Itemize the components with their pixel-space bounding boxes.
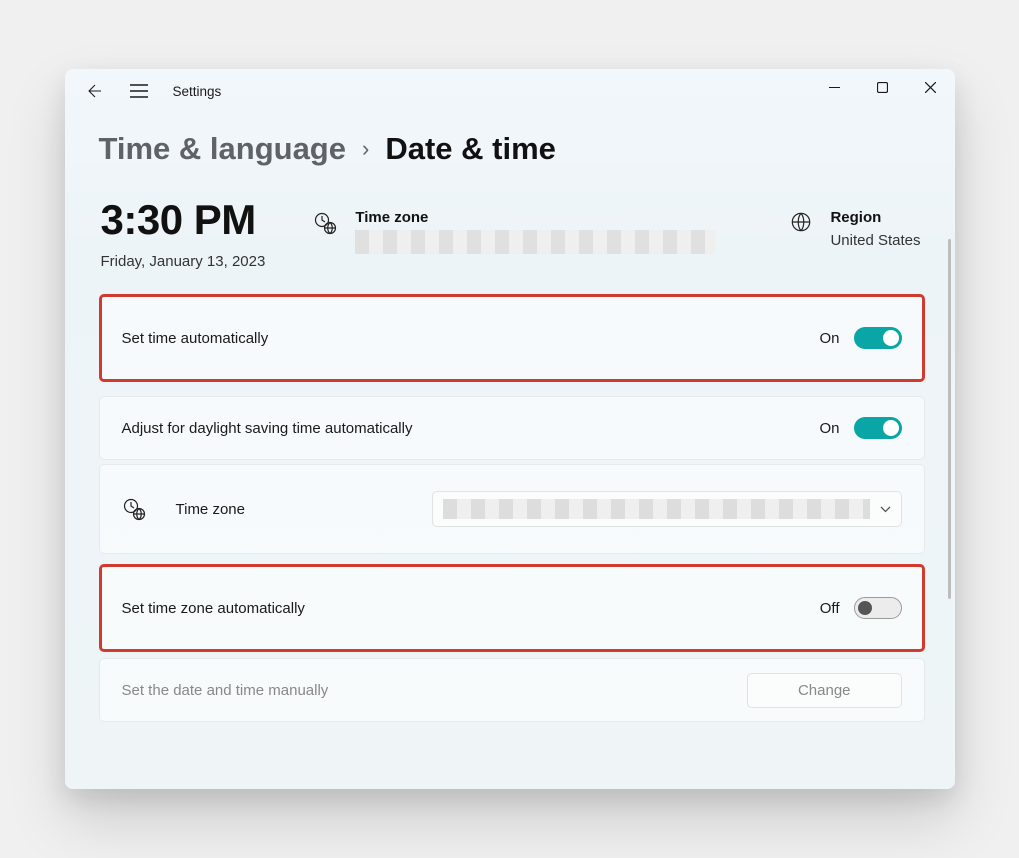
row-set-time-automatically[interactable]: Set time automatically On — [99, 294, 925, 382]
toggle-state-text: On — [819, 420, 839, 437]
row-time-zone: Time zone — [99, 464, 925, 554]
timezone-value-redacted — [355, 230, 715, 254]
region-info: Region United States — [790, 209, 920, 249]
globe-clock-icon — [313, 211, 337, 235]
time-zone-select[interactable] — [432, 491, 902, 527]
minimize-icon — [829, 82, 840, 93]
chevron-down-icon — [880, 506, 891, 513]
maximize-icon — [877, 82, 888, 93]
globe-clock-icon — [122, 497, 146, 521]
region-label: Region — [830, 209, 920, 226]
chevron-right-icon: › — [362, 136, 369, 162]
minimize-button[interactable] — [811, 69, 859, 105]
clock-block: 3:30 PM Friday, January 13, 2023 — [101, 199, 266, 270]
breadcrumb: Time & language › Date & time — [65, 113, 955, 179]
app-title: Settings — [173, 84, 222, 99]
hamburger-icon — [130, 84, 148, 98]
back-button[interactable] — [73, 69, 117, 113]
globe-icon — [790, 211, 812, 233]
settings-window: Settings Time & language › Date & time 3… — [65, 69, 955, 789]
row-set-manually: Set the date and time manually Change — [99, 658, 925, 722]
window-controls — [811, 69, 955, 105]
nav-menu-button[interactable] — [117, 69, 161, 113]
setting-label: Set the date and time manually — [122, 682, 329, 699]
setting-label: Time zone — [176, 501, 245, 518]
timezone-info: Time zone — [313, 209, 715, 254]
arrow-left-icon — [86, 82, 104, 100]
toggle-state-text: On — [819, 330, 839, 347]
toggle-set-time-zone-automatically[interactable] — [854, 597, 902, 619]
setting-label: Adjust for daylight saving time automati… — [122, 420, 413, 437]
change-button[interactable]: Change — [747, 673, 902, 708]
close-button[interactable] — [907, 69, 955, 105]
setting-label: Set time automatically — [122, 330, 269, 347]
time-header: 3:30 PM Friday, January 13, 2023 Time zo… — [65, 179, 955, 280]
timezone-label: Time zone — [355, 209, 715, 226]
current-time: 3:30 PM — [101, 199, 266, 241]
setting-label: Set time zone automatically — [122, 600, 305, 617]
toggle-dst-automatically[interactable] — [854, 417, 902, 439]
current-date: Friday, January 13, 2023 — [101, 253, 266, 270]
row-dst-automatically[interactable]: Adjust for daylight saving time automati… — [99, 396, 925, 460]
settings-list: Set time automatically On Adjust for day… — [65, 294, 955, 722]
close-icon — [925, 82, 936, 93]
scrollbar[interactable] — [948, 239, 951, 599]
row-set-time-zone-automatically[interactable]: Set time zone automatically Off — [99, 564, 925, 652]
toggle-set-time-automatically[interactable] — [854, 327, 902, 349]
maximize-button[interactable] — [859, 69, 907, 105]
time-zone-value-redacted — [443, 499, 870, 519]
region-value: United States — [830, 232, 920, 249]
breadcrumb-parent[interactable]: Time & language — [99, 131, 347, 167]
toggle-state-text: Off — [820, 600, 840, 617]
breadcrumb-current: Date & time — [385, 131, 556, 167]
